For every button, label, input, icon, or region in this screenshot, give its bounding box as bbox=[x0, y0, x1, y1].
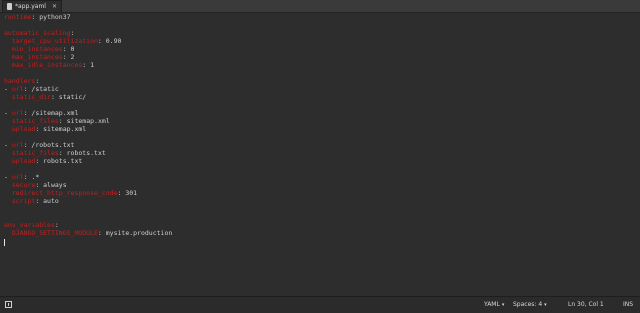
document-icon bbox=[7, 3, 13, 10]
yaml-colon: : bbox=[35, 77, 40, 85]
side-panel-icon[interactable] bbox=[5, 301, 12, 308]
yaml-value: 0.90 bbox=[101, 37, 122, 45]
chevron-down-icon: ▾ bbox=[544, 302, 547, 308]
yaml-colon: : bbox=[70, 29, 75, 37]
code-line: runtime: python37 bbox=[4, 13, 71, 21]
yaml-key: static_files bbox=[4, 117, 59, 125]
yaml-key: automatic_scaling bbox=[4, 29, 71, 37]
yaml-value: 301 bbox=[121, 189, 138, 197]
yaml-key: handlers bbox=[4, 77, 36, 85]
yaml-key: url bbox=[11, 109, 24, 117]
code-line: env_variables: bbox=[4, 221, 59, 229]
tab-app-yaml[interactable]: *app.yaml ✕ bbox=[2, 0, 62, 12]
code-line: redirect_http_response_code: 301 bbox=[4, 189, 137, 197]
code-line: handlers: bbox=[4, 77, 39, 85]
yaml-value: sitemap.xml bbox=[62, 117, 110, 125]
yaml-value: /static bbox=[27, 85, 59, 93]
language-label: YAML bbox=[484, 301, 500, 308]
code-line: script: auto bbox=[4, 197, 59, 205]
yaml-value: 1 bbox=[86, 61, 95, 69]
yaml-key: script bbox=[4, 197, 36, 205]
language-selector[interactable]: YAML ▾ bbox=[484, 301, 504, 309]
yaml-key: max_idle_instances bbox=[4, 61, 83, 69]
code-line: target_cpu_utilization: 0.90 bbox=[4, 37, 122, 45]
yaml-value: static/ bbox=[54, 93, 87, 101]
yaml-key: static_dir bbox=[4, 93, 51, 101]
yaml-key: DJANGO_SETTINGS_MODULE bbox=[4, 229, 98, 237]
yaml-key: static_files bbox=[4, 149, 59, 157]
yaml-key: env_variables bbox=[4, 221, 55, 229]
yaml-value: mysite.production bbox=[101, 229, 173, 237]
code-line: DJANGO_SETTINGS_MODULE: mysite.productio… bbox=[4, 229, 172, 237]
code-line: upload: sitemap.xml bbox=[4, 125, 86, 133]
code-line: - url: /sitemap.xml bbox=[4, 109, 78, 117]
yaml-key: url bbox=[11, 141, 24, 149]
yaml-value: .* bbox=[27, 173, 40, 181]
code-line: static_files: robots.txt bbox=[4, 149, 106, 157]
yaml-key: upload bbox=[4, 157, 36, 165]
code-line: static_dir: static/ bbox=[4, 93, 86, 101]
yaml-value: 2 bbox=[66, 53, 75, 61]
code-line: - url: /static bbox=[4, 85, 59, 93]
yaml-value: sitemap.xml bbox=[39, 125, 87, 133]
yaml-value: always bbox=[39, 181, 67, 189]
code-line: min_instances: 0 bbox=[4, 45, 75, 53]
yaml-key: target_cpu_utilization bbox=[4, 37, 98, 45]
yaml-key: redirect_http_response_code bbox=[4, 189, 118, 197]
yaml-key: min_instances bbox=[4, 45, 63, 53]
indent-label: Spaces: 4 bbox=[513, 301, 543, 308]
yaml-value: python37 bbox=[35, 13, 71, 21]
tab-title: *app.yaml bbox=[15, 3, 46, 10]
yaml-value: /sitemap.xml bbox=[27, 109, 79, 117]
yaml-key: url bbox=[11, 85, 24, 93]
status-bar: YAML ▾ Spaces: 4 ▾ Ln 30, Col 1 INS bbox=[0, 296, 640, 313]
yaml-value: robots.txt bbox=[39, 157, 83, 165]
tab-bar: *app.yaml ✕ bbox=[0, 0, 640, 13]
code-line: upload: robots.txt bbox=[4, 157, 82, 165]
text-cursor bbox=[4, 239, 5, 246]
yaml-key: upload bbox=[4, 125, 36, 133]
insert-mode: INS bbox=[623, 301, 634, 308]
code-editor[interactable]: runtime: python37 automatic_scaling: targ… bbox=[0, 13, 640, 296]
code-line: - url: /robots.txt bbox=[4, 141, 74, 149]
yaml-key: runtime bbox=[4, 13, 32, 21]
indent-selector[interactable]: Spaces: 4 ▾ bbox=[513, 301, 547, 309]
yaml-colon: : bbox=[54, 221, 59, 229]
code-line: max_idle_instances: 1 bbox=[4, 61, 94, 69]
code-line: automatic_scaling: bbox=[4, 29, 74, 37]
yaml-key: max_instances bbox=[4, 53, 63, 61]
list-dash: - bbox=[4, 85, 12, 93]
yaml-value: /robots.txt bbox=[27, 141, 75, 149]
yaml-value: 0 bbox=[66, 45, 75, 53]
yaml-value: robots.txt bbox=[62, 149, 106, 157]
chevron-down-icon: ▾ bbox=[501, 302, 505, 308]
code-line: static_files: sitemap.xml bbox=[4, 117, 110, 125]
list-dash: - bbox=[4, 173, 12, 181]
code-line: max_instances: 2 bbox=[4, 53, 75, 61]
yaml-key: secure bbox=[4, 181, 36, 189]
yaml-key: url bbox=[11, 173, 24, 181]
close-icon[interactable]: ✕ bbox=[52, 3, 57, 10]
cursor-position: Ln 30, Col 1 bbox=[568, 301, 604, 308]
code-line: secure: always bbox=[4, 181, 67, 189]
list-dash: - bbox=[4, 141, 12, 149]
list-dash: - bbox=[4, 109, 12, 117]
code-line: - url: .* bbox=[4, 173, 39, 181]
yaml-value: auto bbox=[39, 197, 59, 205]
